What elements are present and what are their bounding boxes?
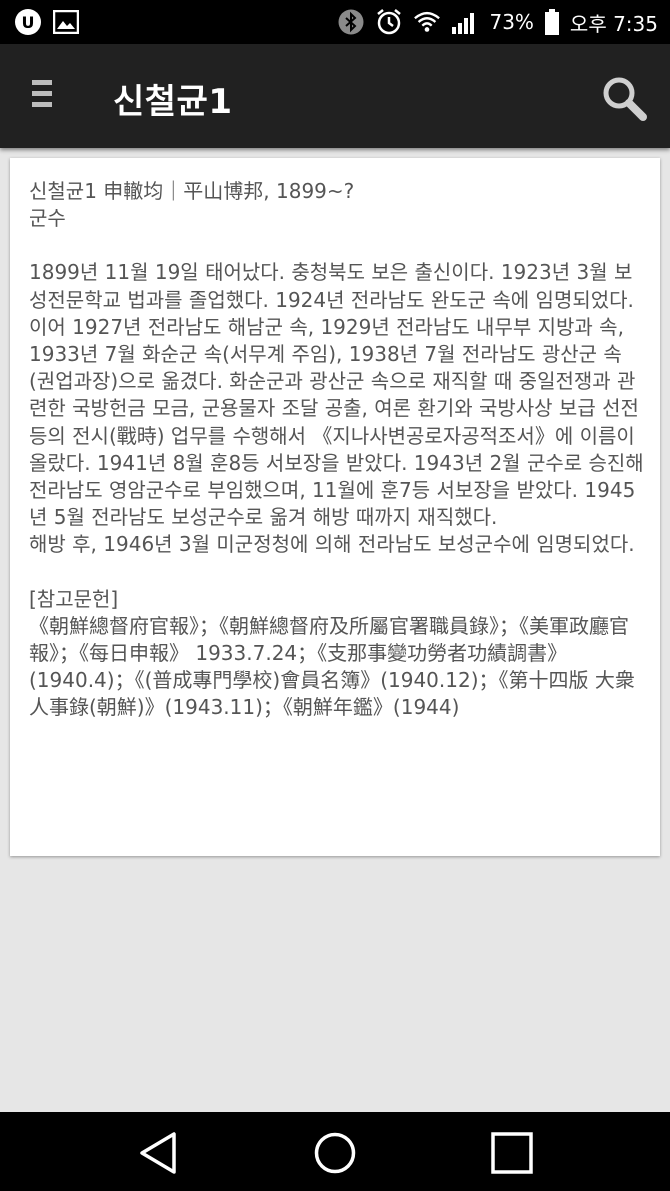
search-button[interactable] <box>600 74 650 124</box>
battery-percent: 73% <box>489 10 534 34</box>
svg-text:U: U <box>22 13 35 32</box>
references-title: [참고문헌] <box>29 586 119 611</box>
bluetooth-icon <box>337 8 365 36</box>
alarm-icon <box>375 8 403 36</box>
hamburger-icon-line <box>32 91 52 96</box>
gallery-icon <box>52 8 80 36</box>
navigation-bar <box>0 1112 670 1191</box>
article-position: 군수 <box>29 206 66 231</box>
back-button[interactable] <box>134 1128 184 1178</box>
article-body-paragraph: 해방 후, 1946년 3월 미군정청에 의해 전라남도 보성군수에 임명되었다… <box>29 532 635 557</box>
signal-icon <box>451 8 479 36</box>
article-body-paragraph: 1899년 11월 19일 태어났다. 충청북도 보은 출신이다. 1923년 … <box>29 260 651 530</box>
status-bar-right: 73% 오후 7:35 <box>337 8 658 37</box>
status-bar: U 73% 오후 7:35 <box>0 0 670 44</box>
home-icon <box>314 1132 356 1174</box>
search-icon <box>603 77 647 121</box>
page-title: 신철균1 <box>113 82 233 122</box>
clock: 오후 7:35 <box>569 11 658 36</box>
references-list: 《朝鮮總督府官報》；《朝鮮總督府及所屬官署職員錄》；《美軍政廳官報》；《每日申報… <box>29 613 635 720</box>
recents-button[interactable] <box>487 1128 537 1178</box>
hamburger-icon-line <box>32 102 52 107</box>
article-heading: 신철균1 申轍均｜平山博邦, 1899~? <box>29 179 355 203</box>
wifi-icon <box>413 8 441 36</box>
lg-uplus-icon: U <box>14 8 42 36</box>
menu-button[interactable] <box>32 80 60 114</box>
app-bar: 신철균1 <box>0 44 670 148</box>
home-button[interactable] <box>310 1128 360 1178</box>
back-icon <box>140 1132 176 1174</box>
status-bar-left: U <box>14 8 80 36</box>
hamburger-icon <box>32 80 52 85</box>
recents-icon <box>491 1132 533 1174</box>
battery-icon <box>544 8 560 36</box>
article-card: 신철균1 申轍均｜平山博邦, 1899~? 군수 1899년 11월 19일 태… <box>10 158 660 856</box>
